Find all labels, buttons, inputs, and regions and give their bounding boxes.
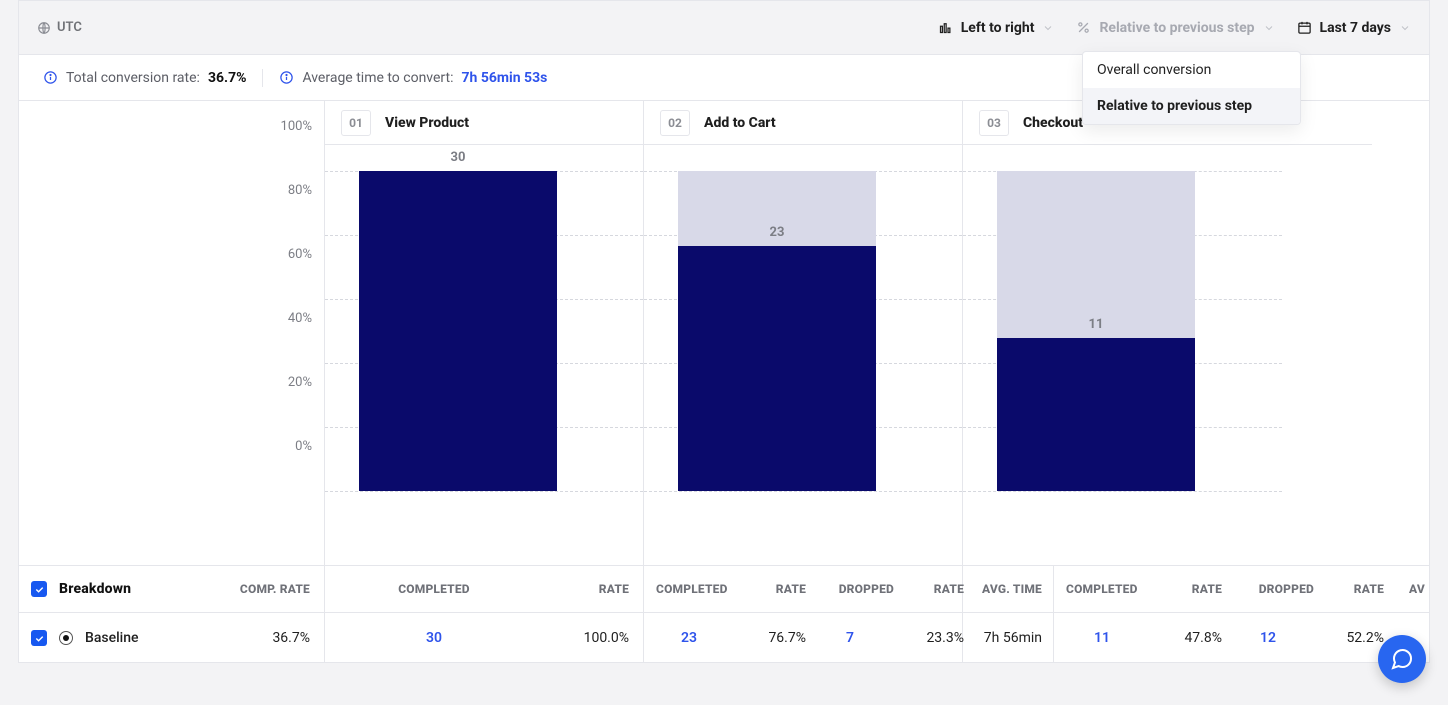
row-comp-rate: 36.7% <box>272 630 324 646</box>
mode-label: Relative to previous step <box>1099 20 1254 36</box>
chevron-down-icon <box>1263 22 1275 34</box>
daterange-label: Last 7 days <box>1320 20 1392 36</box>
row-checkbox[interactable] <box>31 630 47 646</box>
row-avg-time: 7h 56min <box>964 630 1042 646</box>
calendar-icon <box>1297 20 1312 35</box>
mode-selector[interactable]: Relative to previous step <box>1076 20 1274 36</box>
orientation-label: Left to right <box>961 20 1035 36</box>
dropdown-item-overall[interactable]: Overall conversion <box>1083 52 1300 88</box>
header-rate: RATE <box>1314 582 1384 596</box>
header-completed: COMPLETED <box>644 582 734 596</box>
header-avg: AV <box>1384 582 1429 596</box>
row-drate: 52.2% <box>1314 630 1384 646</box>
step-number: 02 <box>660 110 690 136</box>
orientation-selector[interactable]: Left to right <box>938 20 1055 36</box>
header-dropped: DROPPED <box>806 582 894 596</box>
funnel-grid: 100% 80% 60% 40% 20% 0% 01 View Product 30 02… <box>18 101 1430 663</box>
header-rate: RATE <box>894 582 964 596</box>
y-tick: 100% <box>281 119 312 134</box>
row-drate: 23.3% <box>894 630 964 646</box>
step-name: View Product <box>385 115 469 131</box>
y-tick: 80% <box>288 183 312 198</box>
bar-value: 23 <box>678 225 876 240</box>
chevron-down-icon <box>1399 22 1411 34</box>
row-dropped[interactable]: 7 <box>806 630 894 646</box>
row-radio[interactable] <box>59 631 73 645</box>
daterange-selector[interactable]: Last 7 days <box>1297 20 1412 36</box>
y-tick: 0% <box>295 439 312 454</box>
header-completed: COMPLETED <box>1054 582 1150 596</box>
step-name: Checkout <box>1023 115 1083 131</box>
help-chat-button[interactable] <box>1378 635 1426 683</box>
header-comp-rate: COMP. RATE <box>240 582 324 596</box>
header-rate: RATE <box>734 582 806 596</box>
funnel-bar[interactable]: 23 <box>678 171 876 491</box>
avg-time-value: 7h 56min 53s <box>461 70 547 86</box>
info-icon <box>279 70 294 85</box>
row-rate: 47.8% <box>1150 630 1222 646</box>
dropdown-item-relative[interactable]: Relative to previous step <box>1083 88 1300 124</box>
row-name: Baseline <box>85 630 139 646</box>
info-icon <box>43 70 58 85</box>
bar-value: 30 <box>359 150 557 165</box>
timezone-label: UTC <box>57 20 82 35</box>
row-rate: 100.0% <box>543 630 643 646</box>
toolbar: UTC Left to right Relative to previous s… <box>18 0 1430 55</box>
chat-icon <box>1390 647 1414 671</box>
row-rate: 76.7% <box>734 630 806 646</box>
y-tick: 40% <box>288 311 312 326</box>
total-conversion-value: 36.7% <box>208 70 247 86</box>
table-header: Breakdown COMP. RATE COMPLETED RATE COMP… <box>19 565 1429 613</box>
bar-chart-icon <box>938 20 953 35</box>
row-completed[interactable]: 23 <box>644 630 734 646</box>
header-avg-time: AVG. TIME <box>964 582 1042 596</box>
row-completed[interactable]: 30 <box>325 630 543 646</box>
header-completed: COMPLETED <box>325 582 543 596</box>
divider <box>262 69 263 87</box>
chevron-down-icon <box>1042 22 1054 34</box>
y-tick: 20% <box>288 375 312 390</box>
avg-time: Average time to convert: 7h 56min 53s <box>279 70 547 86</box>
globe-icon <box>37 21 51 35</box>
header-breakdown: Breakdown <box>59 581 131 597</box>
select-all-checkbox[interactable] <box>31 581 47 597</box>
percent-icon <box>1076 20 1091 35</box>
total-conversion-label: Total conversion rate: <box>66 70 200 86</box>
funnel-bar[interactable]: 30 <box>359 171 557 491</box>
mode-dropdown: Overall conversion Relative to previous … <box>1082 51 1301 125</box>
row-dropped[interactable]: 12 <box>1222 630 1314 646</box>
total-conversion: Total conversion rate: 36.7% <box>43 70 246 86</box>
row-completed[interactable]: 11 <box>1054 630 1150 646</box>
timezone-indicator[interactable]: UTC <box>37 20 82 35</box>
header-dropped: DROPPED <box>1222 582 1314 596</box>
funnel-bar[interactable]: 11 <box>997 171 1195 491</box>
header-rate: RATE <box>1150 582 1222 596</box>
step-number: 03 <box>979 110 1009 136</box>
step-name: Add to Cart <box>704 115 776 131</box>
step-number: 01 <box>341 110 371 136</box>
bar-value: 11 <box>997 317 1195 332</box>
avg-time-label: Average time to convert: <box>302 70 453 86</box>
header-rate: RATE <box>543 582 643 596</box>
table-row: Baseline 36.7% 30 100.0% 23 76.7% 7 23.3… <box>19 613 1429 663</box>
y-tick: 60% <box>288 247 312 262</box>
